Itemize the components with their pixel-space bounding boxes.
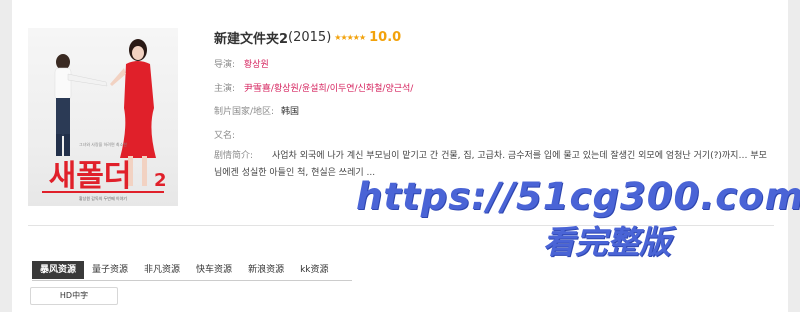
synopsis-label: 剧情简介: bbox=[214, 151, 254, 161]
poster-man-figure bbox=[54, 54, 108, 156]
movie-year: (2015) bbox=[288, 29, 332, 45]
poster-title-number: 2 bbox=[154, 170, 167, 191]
tabs-underline bbox=[32, 280, 352, 281]
cast-label: 主演: bbox=[214, 84, 236, 94]
movie-title[interactable]: 新建文件夹2 bbox=[214, 28, 288, 47]
tab-baofeng[interactable]: 暴风资源 bbox=[32, 261, 85, 279]
poster-credits: 황상원 감독의 두번째 이야기 bbox=[79, 195, 127, 201]
tab-kk[interactable]: kk资源 bbox=[292, 261, 336, 279]
region-label: 制片国家/地区: bbox=[214, 107, 275, 117]
alias-row: 又名: bbox=[214, 128, 235, 141]
movie-info: 新建文件夹2 (2015) ★★★★★ 10.0 导演: 황상원 主演: 尹雪喜… bbox=[214, 26, 784, 179]
cast-links[interactable]: 尹雪喜/황상원/윤설희/이두연/신화철/양근석/ bbox=[244, 84, 413, 94]
movie-poster[interactable]: 그녀와 사랑을 하려면 최소한 새폴더 2 황상원 감독의 두번째 이야기 bbox=[28, 28, 178, 206]
cast-row: 主演: 尹雪喜/황상원/윤설희/이두연/신화철/양근석/ bbox=[214, 81, 413, 94]
poster-tagline: 그녀와 사랑을 하려면 최소한 bbox=[79, 141, 127, 147]
watermark-overlay: https://51cg300.com 看完整版 bbox=[356, 172, 800, 312]
movie-title-row: 新建文件夹2 (2015) ★★★★★ 10.0 bbox=[214, 26, 784, 48]
director-row: 导演: 황상원 bbox=[214, 57, 269, 70]
watermark-url: https://51cg300.com bbox=[356, 175, 800, 218]
rating-score: 10.0 bbox=[369, 29, 402, 45]
poster-title: 새폴더 bbox=[49, 159, 132, 194]
source-tabs: 暴风资源 量子资源 非凡资源 快车资源 新浪资源 kk资源 bbox=[32, 260, 337, 280]
director-link[interactable]: 황상원 bbox=[244, 60, 269, 70]
tab-xinlang[interactable]: 新浪资源 bbox=[240, 261, 292, 279]
hd-episode-button[interactable]: HD中字 bbox=[30, 287, 118, 305]
tab-liangzi[interactable]: 量子资源 bbox=[84, 261, 136, 279]
watermark-subtitle: 看完整版 bbox=[542, 223, 671, 261]
alias-label: 又名: bbox=[214, 131, 236, 141]
rating-stars-icon: ★★★★★ bbox=[334, 32, 366, 42]
region-value: 韩国 bbox=[280, 107, 299, 117]
tab-kuaiche[interactable]: 快车资源 bbox=[188, 261, 240, 279]
poster-artwork: 그녀와 사랑을 하려면 최소한 새폴더 2 황상원 감독의 두번째 이야기 bbox=[42, 39, 167, 201]
director-label: 导演: bbox=[214, 60, 236, 70]
tab-feifan[interactable]: 非凡资源 bbox=[136, 261, 188, 279]
region-row: 制片国家/地区: 韩国 bbox=[214, 104, 299, 117]
